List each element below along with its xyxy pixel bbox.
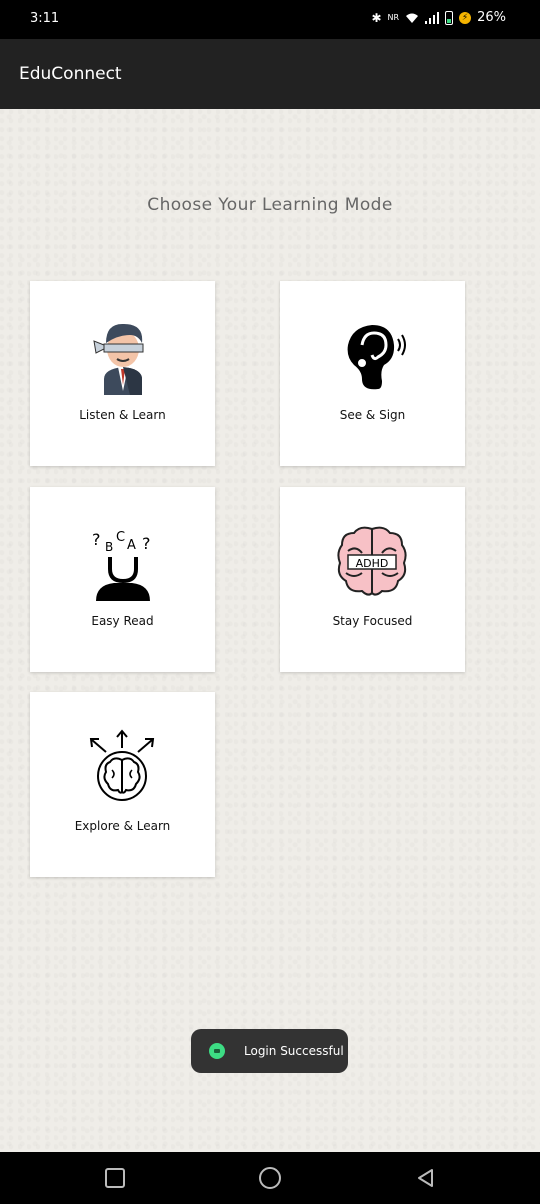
blindfolded-person-icon <box>93 323 144 395</box>
back-icon[interactable] <box>414 1166 438 1190</box>
bluetooth-icon: ✱ <box>371 10 382 25</box>
svg-text:B: B <box>105 540 113 554</box>
letters-head-icon: ? B C A ? <box>92 530 151 601</box>
svg-text:C: C <box>116 530 125 545</box>
card-label: See & Sign <box>339 408 406 422</box>
charging-icon: ⚡ <box>459 11 472 24</box>
card-label: Easy Read <box>91 614 154 628</box>
ear-sound-icon <box>347 325 406 390</box>
app-icon <box>209 1043 225 1059</box>
card-see-sign[interactable]: See & Sign <box>280 281 465 466</box>
card-listen-learn[interactable]: Listen & Learn <box>30 281 215 466</box>
brain-arrows-icon <box>89 729 155 801</box>
svg-text:?: ? <box>142 534 151 553</box>
wifi-icon <box>406 13 419 23</box>
nr-icon: NR <box>387 12 400 22</box>
app-bar: EduConnect <box>0 39 540 109</box>
card-explore-learn[interactable]: Explore & Learn <box>30 692 215 877</box>
card-label: Stay Focused <box>332 614 413 628</box>
battery-icon <box>445 10 454 25</box>
home-icon[interactable] <box>258 1166 282 1190</box>
toast-message: Login Successful <box>191 1029 348 1073</box>
app-title: EduConnect <box>19 64 122 84</box>
card-easy-read[interactable]: ? B C A ? Easy Read <box>30 487 215 672</box>
status-bar: 3:11 ✱ NR ⚡ 26% <box>0 0 540 39</box>
adhd-brain-icon: ADHD <box>337 526 407 596</box>
card-label: Listen & Learn <box>79 408 166 422</box>
adhd-text: ADHD <box>356 557 389 570</box>
main-content: Choose Your Learning Mode Listen & Learn… <box>0 109 540 1152</box>
navigation-bar <box>0 1152 540 1204</box>
svg-text:?: ? <box>92 530 101 549</box>
toast-text: Login Successful <box>244 1044 344 1058</box>
battery-level: 26% <box>477 10 506 25</box>
page-heading: Choose Your Learning Mode <box>147 195 393 215</box>
svg-text:A: A <box>127 538 136 553</box>
card-label: Explore & Learn <box>74 819 171 833</box>
recent-apps-icon[interactable] <box>103 1166 127 1190</box>
status-icons: ✱ NR ⚡ 26% <box>371 10 506 25</box>
status-time: 3:11 <box>30 11 60 26</box>
card-stay-focused[interactable]: ADHD Stay Focused <box>280 487 465 672</box>
signal-icon <box>425 11 440 24</box>
